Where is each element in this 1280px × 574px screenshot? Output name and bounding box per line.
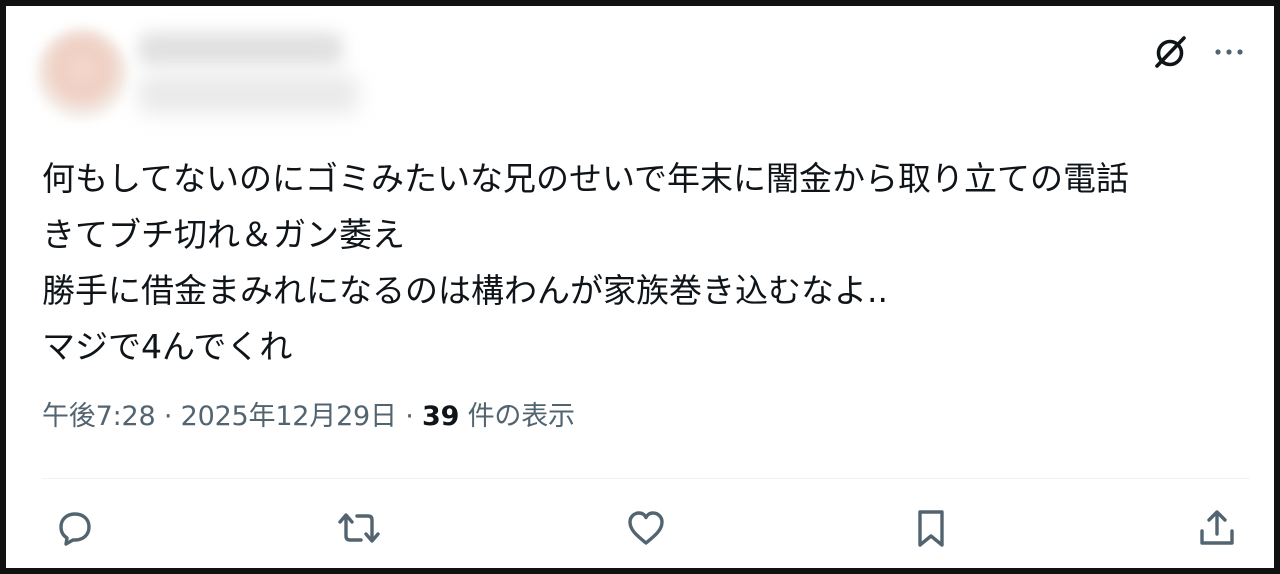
avatar[interactable] xyxy=(36,28,128,120)
bookmark-button[interactable] xyxy=(906,503,956,553)
username-blurred[interactable] xyxy=(138,74,358,114)
post-text-line: 何もしてないのにゴミみたいな兄のせいで年末に闇金から取り立ての電話 xyxy=(42,159,1130,198)
repost-button[interactable] xyxy=(334,503,384,553)
reply-button[interactable] xyxy=(50,503,100,553)
share-button[interactable] xyxy=(1192,503,1242,553)
grok-icon[interactable] xyxy=(1150,32,1190,72)
post-text-line: 勝手に借金まみれになるのは構わんが家族巻き込むなよ.. xyxy=(42,271,888,310)
views-count: 39 xyxy=(422,401,460,432)
display-name-blurred[interactable] xyxy=(138,32,343,66)
post-text: 何もしてないのにゴミみたいな兄のせいで年末に闇金から取り立ての電話 きてブチ切れ… xyxy=(42,151,1252,375)
post-meta: 午後7:28 · 2025年12月29日 · 39 件の表示 xyxy=(42,394,575,433)
meta-separator: · xyxy=(405,401,414,432)
views-label: 件の表示 xyxy=(467,401,575,432)
divider xyxy=(42,478,1250,479)
like-button[interactable] xyxy=(621,503,671,553)
post-text-line: マジで4んでくれ xyxy=(42,327,293,366)
post-header-actions xyxy=(1150,32,1246,72)
reply-icon xyxy=(59,512,91,546)
post-time[interactable]: 午後7:28 xyxy=(42,401,156,432)
meta-separator: · xyxy=(163,401,173,432)
bookmark-icon xyxy=(918,510,944,547)
post-text-line: きてブチ切れ＆ガン萎え xyxy=(42,215,405,254)
more-icon[interactable] xyxy=(1212,32,1246,72)
post-date[interactable]: 2025年12月29日 xyxy=(181,401,397,432)
post-card: 何もしてないのにゴミみたいな兄のせいで年末に闇金から取り立ての電話 きてブチ切れ… xyxy=(0,0,1280,574)
repost-icon xyxy=(338,513,380,543)
share-icon xyxy=(1200,510,1234,545)
like-icon xyxy=(628,511,664,545)
action-bar xyxy=(46,503,1246,553)
